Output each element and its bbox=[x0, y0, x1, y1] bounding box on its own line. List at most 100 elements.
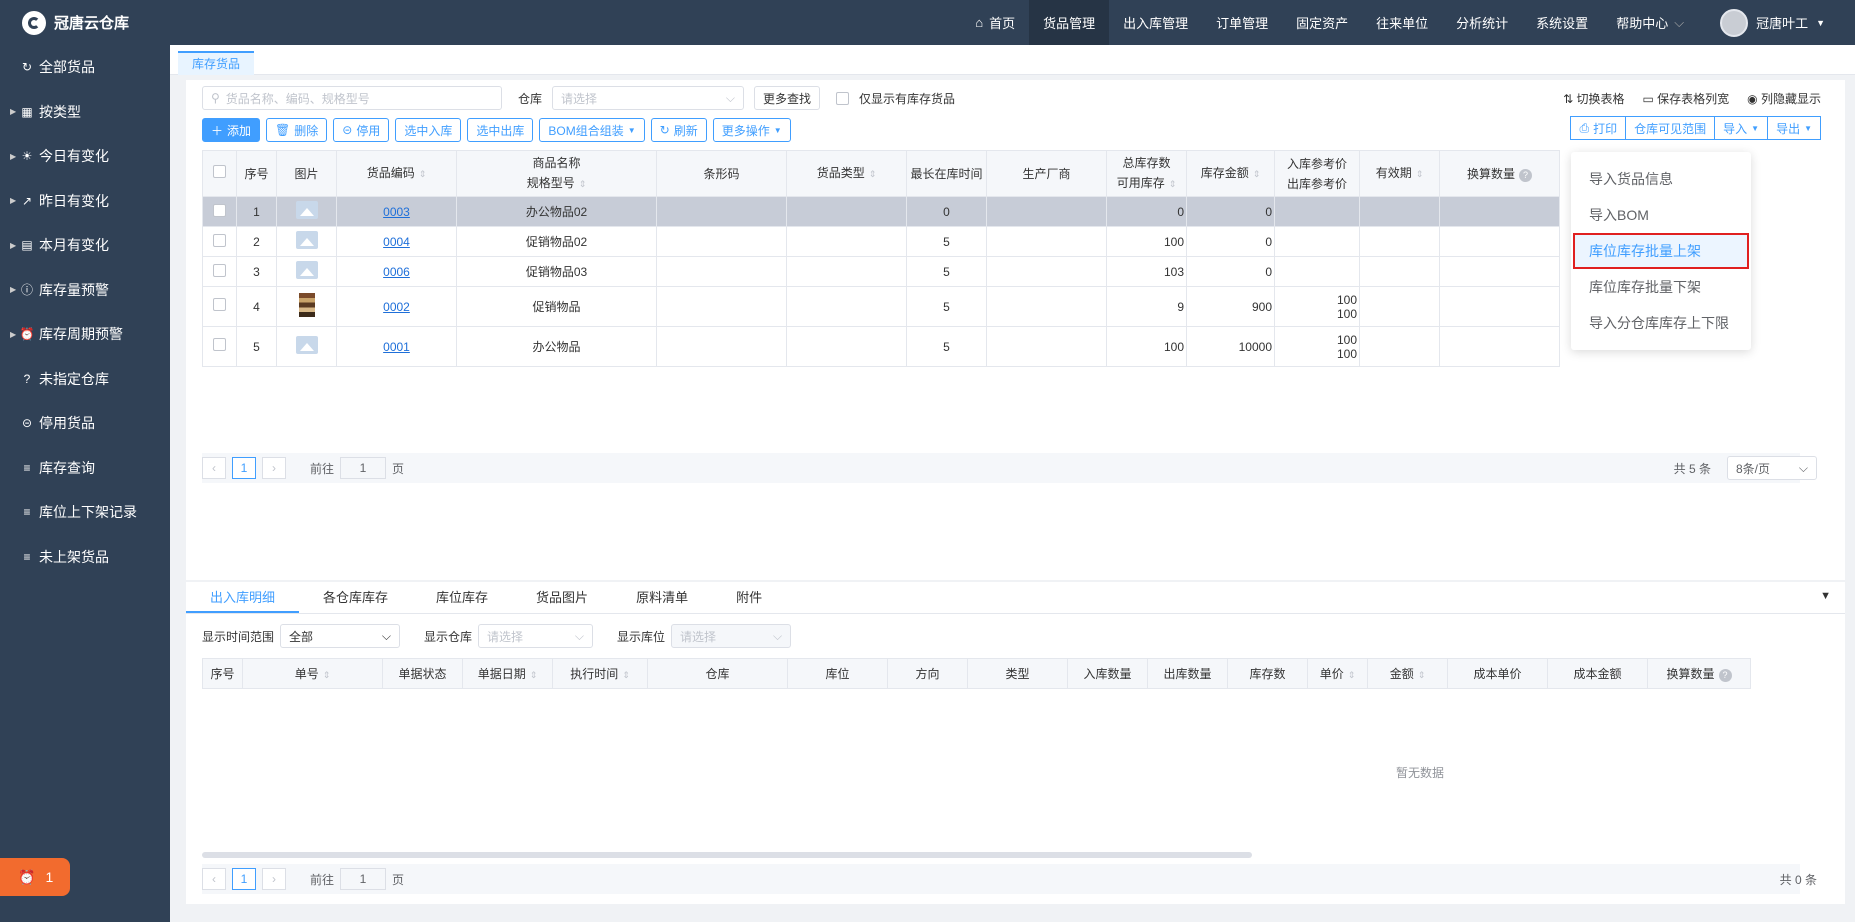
nav-item-0[interactable]: ⌂ 首页 bbox=[961, 0, 1029, 45]
sidebar-item-2[interactable]: ▶ ☀ 今日有变化 bbox=[0, 134, 170, 179]
sidebar-item-3[interactable]: ▶ ↗ 昨日有变化 bbox=[0, 179, 170, 224]
detail-col-1[interactable]: 单号 ⇕ bbox=[242, 658, 383, 689]
nav-item-5[interactable]: 往来单位 bbox=[1362, 0, 1442, 45]
goods-code-link[interactable]: 0001 bbox=[383, 340, 410, 354]
select-all-checkbox[interactable] bbox=[213, 164, 226, 178]
nav-item-6[interactable]: 分析统计 bbox=[1442, 0, 1522, 45]
prev-page-button[interactable]: ‹ bbox=[202, 457, 226, 479]
sidebar-item-7[interactable]: ? 未指定仓库 bbox=[0, 357, 170, 402]
print-button[interactable]: ⎙ 打印 bbox=[1570, 116, 1627, 140]
sidebar-item-4[interactable]: ▶ ▤ 本月有变化 bbox=[0, 223, 170, 268]
detail-col-3[interactable]: 单据日期 ⇕ bbox=[462, 658, 553, 689]
goto-page-input[interactable]: 1 bbox=[340, 868, 387, 890]
sidebar-item-6[interactable]: ▶ ⏰ 库存周期预警 bbox=[0, 312, 170, 357]
search-input[interactable]: ⚲ 货品名称、编码、规格型号 bbox=[202, 86, 502, 110]
detail-tab-5[interactable]: 附件 bbox=[712, 582, 786, 613]
product-image[interactable] bbox=[298, 293, 315, 317]
detail-tab-2[interactable]: 库位库存 bbox=[412, 582, 512, 613]
disable-button[interactable]: ⊝ 停用 bbox=[333, 118, 390, 142]
notification-button[interactable]: ⏰ 1 bbox=[0, 858, 70, 896]
select-all-header[interactable] bbox=[202, 150, 237, 197]
bom-assemble-button[interactable]: BOM组合组装 ▼ bbox=[539, 118, 645, 142]
detail-tab-4[interactable]: 原料清单 bbox=[612, 582, 712, 613]
sidebar-item-10[interactable]: ≡ 库位上下架记录 bbox=[0, 490, 170, 535]
detail-col-13[interactable]: 金额 ⇕ bbox=[1367, 658, 1448, 689]
save-width-link[interactable]: ▭ 保存表格列宽 bbox=[1642, 90, 1729, 107]
sort-icon[interactable]: ⇕ bbox=[1416, 169, 1424, 179]
nav-item-2[interactable]: 出入库管理 bbox=[1109, 0, 1202, 45]
table-row[interactable]: 1 0003 办公物品02 0 0 0 bbox=[202, 196, 1560, 227]
sidebar-item-5[interactable]: ▶ ⓘ 库存量预警 bbox=[0, 268, 170, 313]
warehouse-select[interactable]: 请选择 ⌵ bbox=[552, 86, 745, 110]
info-icon[interactable]: ? bbox=[1519, 168, 1532, 182]
col-expiry[interactable]: 有效期 ⇕ bbox=[1359, 150, 1440, 197]
export-button[interactable]: 导出 ▼ bbox=[1767, 116, 1821, 140]
next-page-button[interactable]: › bbox=[262, 868, 286, 890]
horizontal-scrollbar[interactable] bbox=[202, 852, 1252, 858]
add-button[interactable]: ＋添加 bbox=[202, 118, 261, 142]
more-search-button[interactable]: 更多查找 bbox=[754, 86, 821, 110]
nav-item-4[interactable]: 固定资产 bbox=[1282, 0, 1362, 45]
detail-tab-3[interactable]: 货品图片 bbox=[512, 582, 612, 613]
nav-item-1[interactable]: 货品管理 bbox=[1029, 0, 1110, 45]
goto-page-input[interactable]: 1 bbox=[340, 457, 387, 479]
prev-page-button[interactable]: ‹ bbox=[202, 868, 226, 890]
info-icon[interactable]: ? bbox=[1718, 669, 1732, 682]
goods-code-link[interactable]: 0003 bbox=[383, 205, 410, 219]
sidebar-item-9[interactable]: ≡ 库存查询 bbox=[0, 446, 170, 491]
sidebar-item-8[interactable]: ⊝ 停用货品 bbox=[0, 401, 170, 446]
col-type[interactable]: 货品类型 ⇕ bbox=[786, 150, 907, 197]
page-number[interactable]: 1 bbox=[232, 868, 256, 890]
sort-icon[interactable]: ⇕ bbox=[1348, 670, 1356, 680]
detail-col-4[interactable]: 执行时间 ⇕ bbox=[552, 658, 648, 689]
warehouse-scope-button[interactable]: 仓库可见范围 bbox=[1625, 116, 1716, 140]
switch-table-link[interactable]: ⇅ 切换表格 bbox=[1563, 90, 1624, 107]
sidebar-item-1[interactable]: ▶ ▦ 按类型 bbox=[0, 90, 170, 135]
import-menu-item-3[interactable]: 库位库存批量下架 bbox=[1571, 269, 1751, 305]
image-placeholder-icon[interactable] bbox=[295, 336, 318, 354]
image-placeholder-icon[interactable] bbox=[295, 231, 318, 249]
goods-code-link[interactable]: 0006 bbox=[383, 265, 410, 279]
table-row[interactable]: 4 0002 促销物品 5 9 900 100 100 bbox=[202, 286, 1560, 327]
next-page-button[interactable]: › bbox=[262, 457, 286, 479]
table-row[interactable]: 5 0001 办公物品 5 100 10000 100 100 bbox=[202, 326, 1560, 367]
detail-tab-0[interactable]: 出入库明细 bbox=[186, 582, 300, 613]
tab-inventory[interactable]: 库存货品 bbox=[178, 51, 255, 75]
sort-icon[interactable]: ⇕ bbox=[323, 670, 331, 680]
nav-item-3[interactable]: 订单管理 bbox=[1202, 0, 1282, 45]
import-menu-item-0[interactable]: 导入货品信息 bbox=[1571, 161, 1751, 197]
row-checkbox[interactable] bbox=[213, 203, 226, 217]
goods-code-link[interactable]: 0002 bbox=[383, 300, 410, 314]
col-amount[interactable]: 库存金额 ⇕ bbox=[1186, 150, 1275, 197]
time-range-select[interactable]: 全部 ⌵ bbox=[280, 624, 401, 648]
image-placeholder-icon[interactable] bbox=[295, 201, 318, 219]
delete-button[interactable]: 🗑 删除 bbox=[266, 118, 328, 142]
refresh-button[interactable]: ↻ 刷新 bbox=[650, 118, 707, 142]
image-placeholder-icon[interactable] bbox=[295, 261, 318, 279]
col-stock[interactable]: 总库存数 可用库存 ⇕ bbox=[1106, 150, 1187, 197]
col-name-spec[interactable]: 商品名称 规格型号 ⇕ bbox=[456, 150, 657, 197]
sort-icon[interactable]: ⇕ bbox=[1418, 670, 1426, 680]
selected-outbound-button[interactable]: 选中出库 bbox=[467, 118, 534, 142]
sidebar-item-11[interactable]: ≡ 未上架货品 bbox=[0, 535, 170, 580]
sort-icon[interactable]: ⇕ bbox=[579, 179, 587, 189]
import-menu-item-1[interactable]: 导入BOM bbox=[1571, 197, 1751, 233]
page-number[interactable]: 1 bbox=[232, 457, 256, 479]
col-code[interactable]: 货品编码 ⇕ bbox=[336, 150, 457, 197]
nav-item-7[interactable]: 系统设置 bbox=[1522, 0, 1602, 45]
show-warehouse-select[interactable]: 请选择 ⌵ bbox=[478, 624, 594, 648]
page-size-select[interactable]: 8条/页 ⌵ bbox=[1727, 456, 1817, 480]
sort-icon[interactable]: ⇕ bbox=[1169, 179, 1177, 189]
detail-col-12[interactable]: 单价 ⇕ bbox=[1307, 658, 1368, 689]
table-row[interactable]: 2 0004 促销物品02 5 100 0 bbox=[202, 226, 1560, 257]
only-stock-checkbox[interactable] bbox=[836, 91, 850, 105]
app-logo[interactable]: 冠唐云仓库 bbox=[0, 0, 170, 45]
sort-icon[interactable]: ⇕ bbox=[1253, 169, 1261, 179]
import-menu-item-4[interactable]: 导入分仓库库存上下限 bbox=[1571, 305, 1751, 341]
row-checkbox[interactable] bbox=[213, 263, 226, 277]
table-row[interactable]: 3 0006 促销物品03 5 103 0 bbox=[202, 256, 1560, 287]
more-actions-button[interactable]: 更多操作 ▼ bbox=[712, 118, 791, 142]
nav-item-8[interactable]: 帮助中心 ⌵ bbox=[1602, 0, 1698, 45]
goods-code-link[interactable]: 0004 bbox=[383, 235, 410, 249]
sort-icon[interactable]: ⇕ bbox=[419, 169, 427, 179]
